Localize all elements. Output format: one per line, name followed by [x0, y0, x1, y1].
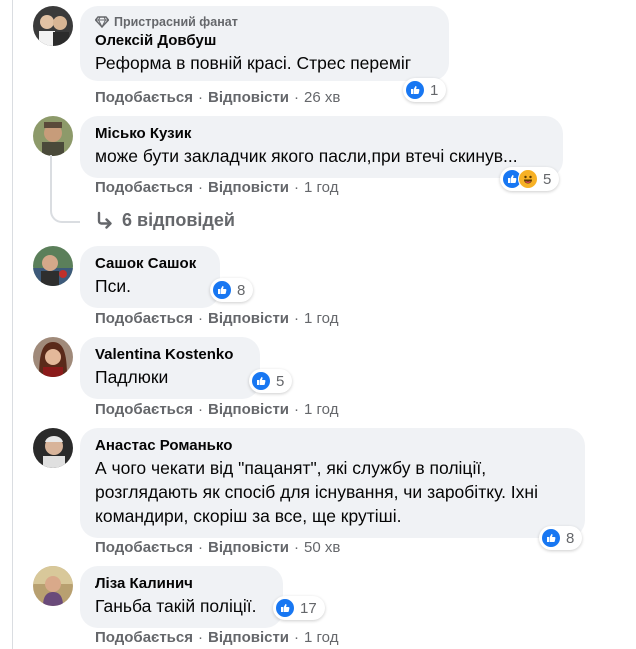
like-reaction-icon [405, 80, 425, 100]
separator-dot: · [294, 539, 300, 556]
reply-arrow-icon [97, 211, 112, 229]
separator-dot: · [294, 310, 300, 327]
reply-button[interactable]: Відповісти [208, 539, 289, 556]
badge-label: Пристрасний фанат [114, 15, 238, 29]
comment-bubble: Valentina Kostenko Падлюки [80, 337, 260, 399]
comment-text-line: розглядають як спосіб для існування, чи … [95, 482, 538, 502]
like-button[interactable]: Подобається [95, 89, 193, 106]
separator-dot: · [197, 401, 203, 418]
reactions-summary[interactable]: 8 [210, 278, 254, 302]
comment-author[interactable]: Анастас Романько [95, 436, 570, 456]
reactions-summary[interactable]: 1 [403, 78, 447, 102]
separator-dot: · [197, 539, 203, 556]
like-reaction-icon [212, 280, 232, 300]
comment-bubble: Сашок Сашок Пси. [80, 246, 220, 308]
comment-author[interactable]: Олексій Довбуш [95, 31, 434, 51]
reaction-count: 17 [300, 599, 317, 617]
comment-actions: Подобається · Відповісти · 1 год [95, 309, 338, 329]
comment-text: Падлюки [95, 367, 169, 387]
like-button[interactable]: Подобається [95, 401, 193, 418]
avatar[interactable] [33, 6, 73, 46]
separator-dot: · [294, 401, 300, 418]
thread-connector [50, 155, 80, 223]
avatar[interactable] [33, 428, 73, 468]
like-button[interactable]: Подобається [95, 539, 193, 556]
separator-dot: · [197, 179, 203, 196]
reply-button[interactable]: Відповісти [208, 179, 289, 196]
separator-dot: · [197, 89, 203, 106]
comment-actions: Подобається · Відповісти · 1 год [95, 178, 338, 198]
comment-time[interactable]: 1 год [304, 310, 338, 327]
reaction-count: 5 [543, 170, 552, 188]
comment-author[interactable]: Ліза Калинич [95, 574, 268, 594]
comment-author[interactable]: Сашок Сашок [95, 254, 205, 274]
view-replies-button[interactable]: 6 відповідей [96, 208, 235, 232]
separator-dot: · [197, 629, 203, 646]
reply-button[interactable]: Відповісти [208, 629, 289, 646]
comment-text-line: А чого чекати від "пацанят", які службу … [95, 458, 487, 478]
reactions-summary[interactable]: 17 [273, 596, 325, 620]
haha-reaction-icon [518, 169, 538, 189]
avatar[interactable] [33, 337, 73, 377]
comment-bubble: Ліза Калинич Ганьба такій поліції. [80, 566, 283, 628]
comment-actions: Подобається · Відповісти · 1 год [95, 400, 338, 420]
avatar[interactable] [33, 116, 73, 156]
comment-author[interactable]: Valentina Kostenko [95, 345, 245, 365]
reply-button[interactable]: Відповісти [208, 401, 289, 418]
reaction-count: 8 [237, 281, 246, 299]
reply-button[interactable]: Відповісти [208, 89, 289, 106]
like-reaction-icon [275, 598, 295, 618]
like-button[interactable]: Подобається [95, 310, 193, 327]
separator-dot: · [294, 179, 300, 196]
like-button[interactable]: Подобається [95, 629, 193, 646]
comment-actions: Подобається · Відповісти · 26 хв [95, 88, 340, 108]
comment-text: може бути закладчик якого пасли,при втеч… [95, 146, 518, 166]
comment-text: Ганьба такій поліції. [95, 596, 257, 616]
diamond-badge-icon [95, 16, 109, 28]
like-button[interactable]: Подобається [95, 179, 193, 196]
comment-actions: Подобається · Відповісти · 50 хв [95, 538, 340, 558]
replies-count-label: 6 відповідей [122, 210, 235, 230]
feed-left-border [12, 0, 13, 649]
reaction-count: 8 [566, 529, 575, 547]
reply-button[interactable]: Відповісти [208, 310, 289, 327]
comment-actions: Подобається · Відповісти · 1 год [95, 628, 338, 648]
reactions-summary[interactable]: 5 [249, 369, 293, 393]
reactions-summary[interactable]: 8 [539, 526, 583, 550]
fan-badge[interactable]: Пристрасний фанат [95, 13, 434, 31]
separator-dot: · [197, 310, 203, 327]
comment-text-line: командири, скоріш за все, ще крутіші. [95, 506, 402, 526]
like-reaction-icon [541, 528, 561, 548]
reaction-count: 5 [276, 372, 285, 390]
avatar[interactable] [33, 566, 73, 606]
avatar[interactable] [33, 246, 73, 286]
reaction-count: 1 [430, 81, 439, 99]
comment-time[interactable]: 1 год [304, 179, 338, 196]
comment-bubble: Анастас Романько А чого чекати від "паца… [80, 428, 585, 538]
comment-time[interactable]: 1 год [304, 401, 338, 418]
reactions-summary[interactable]: 5 [500, 167, 560, 191]
comment-time[interactable]: 50 хв [304, 539, 340, 556]
like-reaction-icon [251, 371, 271, 391]
separator-dot: · [294, 89, 300, 106]
comment-bubble: Місько Кузик може бути закладчик якого п… [80, 116, 563, 178]
comment-bubble: Пристрасний фанат Олексій Довбуш Реформа… [80, 6, 449, 81]
comment-time[interactable]: 26 хв [304, 89, 340, 106]
comment-time[interactable]: 1 год [304, 629, 338, 646]
separator-dot: · [294, 629, 300, 646]
comment-author[interactable]: Місько Кузик [95, 124, 548, 144]
comment-text: Пси. [95, 276, 131, 296]
comment-text: Реформа в повній красі. Стрес переміг [95, 53, 412, 73]
